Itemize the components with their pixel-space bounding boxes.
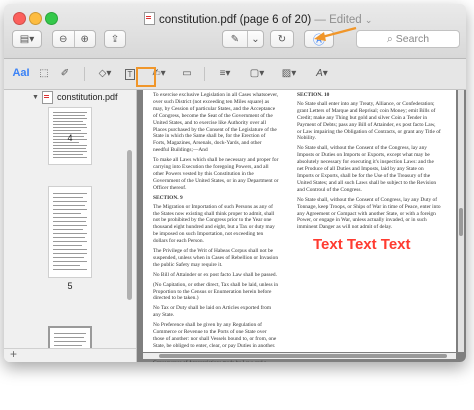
paragraph: (No Capitation, or other direct, Tax sha…: [153, 281, 279, 302]
paragraph: To exercise exclusive Legislation in all…: [153, 92, 279, 154]
title-status: Edited: [329, 14, 362, 26]
border-color-button[interactable]: ▢▾: [244, 64, 270, 82]
sketch-icon: ✐: [60, 67, 70, 79]
document-view[interactable]: To exercise exclusive Legislation in all…: [137, 90, 466, 362]
zoom-control: ⊖ ⊕: [52, 30, 96, 48]
sidebar-file-name: constitution.pdf: [56, 92, 118, 102]
border-color-icon: ▢▾: [249, 67, 265, 79]
note-icon: ▭: [182, 67, 192, 79]
paragraph: No State shall, without the Consent of C…: [297, 196, 441, 231]
minimize-window-button[interactable]: [29, 12, 42, 25]
vertical-scroll-knob[interactable]: [459, 208, 463, 236]
share-icon: ⇪: [110, 33, 120, 45]
paragraph: The Privilege of the Writ of Habeas Corp…: [153, 248, 279, 268]
paragraph: No State shall enter into any Treaty, Al…: [297, 100, 441, 142]
text-box-icon: T: [124, 68, 136, 80]
markup-icon: Ⓐ: [312, 32, 325, 47]
share-button[interactable]: ⇪: [104, 30, 126, 48]
title-file-name: constitution.pdf: [159, 14, 237, 26]
pdf-page[interactable]: To exercise exclusive Legislation in all…: [143, 90, 456, 362]
shapes-icon: ◇▾: [98, 67, 112, 79]
zoom-in-icon: ⊕: [80, 33, 89, 45]
line-style-icon: ≡▾: [219, 67, 231, 79]
markup-toolbar: AaI ⬚ ✐ ◇▾ T ✍▾ ▭ ≡▾ ▢▾ ▨▾ A▾: [4, 59, 466, 90]
horizontal-scrollbar[interactable]: [143, 353, 456, 359]
zoom-out-icon: ⊖: [59, 33, 68, 45]
paragraph: To make all Laws which shall be necessar…: [153, 157, 279, 191]
search-field[interactable]: ⌕ Search: [356, 30, 460, 48]
window-title[interactable]: constitution.pdf (page 6 of 20) — Edited…: [144, 12, 372, 26]
paragraph: No Tax or Duty shall be laid on Articles…: [153, 305, 272, 319]
highlight-control: ✎ ⌄: [222, 30, 264, 48]
paragraph: No State shall, without the Consent of t…: [297, 145, 437, 193]
sketch-button[interactable]: ✐: [56, 64, 74, 82]
sidebar-icon: ▤▾: [19, 33, 35, 45]
text-style-button[interactable]: A▾: [310, 64, 334, 82]
text-selection-button[interactable]: AaI: [10, 64, 32, 82]
select-icon: ⬚: [39, 67, 49, 79]
added-text-annotation[interactable]: Text Text Text: [313, 236, 411, 253]
title-separator: —: [314, 14, 326, 26]
title-bar: constitution.pdf (page 6 of 20) — Edited…: [4, 4, 466, 59]
search-icon: ⌕: [386, 32, 393, 45]
rectangular-selection-button[interactable]: ⬚: [36, 64, 52, 82]
paragraph: The Migration or Importation of such Per…: [153, 203, 275, 245]
page-number-label: 4: [67, 133, 73, 143]
page-thumbnail[interactable]: [48, 186, 92, 278]
disclosure-triangle-icon[interactable]: ▼: [32, 94, 39, 101]
horizontal-scroll-knob[interactable]: [159, 354, 447, 358]
vertical-scrollbar[interactable]: [458, 90, 464, 352]
rotate-button[interactable]: ↻: [270, 30, 294, 48]
pdf-file-icon: [144, 12, 155, 25]
text-style-label: AaI: [12, 67, 30, 79]
line-style-button[interactable]: ≡▾: [212, 64, 238, 82]
font-style-icon: A▾: [316, 67, 328, 79]
zoom-out-button[interactable]: ⊖: [53, 31, 75, 47]
toolbar-divider: [84, 67, 85, 81]
pdf-file-icon: [41, 90, 53, 104]
text-box-callout-highlight: [136, 67, 156, 87]
text-column-right: SECTION. 10 No State shall enter into any…: [297, 92, 441, 234]
section-heading: SECTION. 9: [153, 194, 183, 201]
close-window-button[interactable]: [13, 12, 26, 25]
zoom-in-button[interactable]: ⊕: [75, 31, 96, 47]
markup-toolbar-button[interactable]: Ⓐ: [304, 30, 334, 48]
shapes-button[interactable]: ◇▾: [92, 64, 118, 82]
add-icon[interactable]: +: [10, 347, 17, 361]
sidebar-footer: +: [4, 347, 136, 362]
note-button[interactable]: ▭: [178, 64, 196, 82]
title-chevron-icon[interactable]: ⌄: [365, 15, 373, 25]
thumbnail-sidebar: ▼ constitution.pdf 4 5 +: [4, 90, 137, 362]
zoom-window-button[interactable]: [45, 12, 58, 25]
chevron-down-icon: ⌄: [251, 33, 260, 45]
fill-color-button[interactable]: ▨▾: [276, 64, 302, 82]
title-page-info: (page 6 of 20): [239, 14, 312, 26]
highlight-button[interactable]: ✎: [223, 31, 248, 47]
sidebar-document-header[interactable]: ▼ constitution.pdf: [4, 90, 136, 104]
fill-color-icon: ▨▾: [281, 67, 297, 79]
preview-window: constitution.pdf (page 6 of 20) — Edited…: [4, 4, 466, 362]
rotate-icon: ↻: [277, 33, 287, 45]
paragraph: No Bill of Attainder or ex post facto La…: [153, 271, 277, 278]
page-number-label: 5: [67, 281, 73, 291]
highlight-menu-button[interactable]: ⌄: [248, 31, 263, 47]
search-placeholder: Search: [395, 33, 430, 45]
section-heading: SECTION. 10: [297, 92, 330, 98]
sidebar-toggle-button[interactable]: ▤▾: [12, 30, 42, 48]
text-column-left: To exercise exclusive Legislation in all…: [153, 92, 279, 362]
toolbar-divider: [204, 67, 205, 81]
highlight-icon: ✎: [230, 33, 240, 45]
paragraph: No Preference shall be given by any Regu…: [153, 322, 277, 349]
sidebar-scrollbar[interactable]: [127, 150, 132, 300]
